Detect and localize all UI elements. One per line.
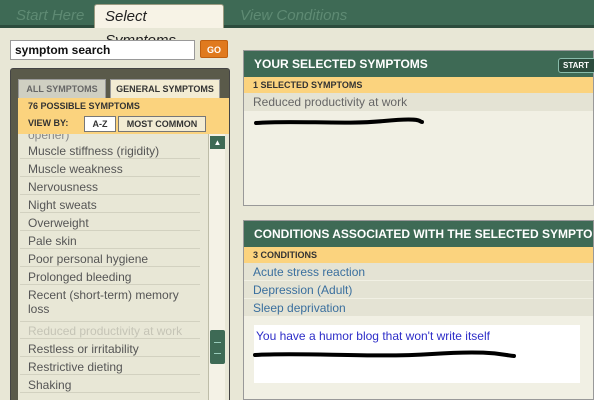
symptom-info-strip: 76 POSSIBLE SYMPTOMS VIEW BY: A-Z MOST C… [18, 98, 229, 134]
symptom-item[interactable]: Prolonged bleeding [20, 270, 200, 285]
view-by-label: VIEW BY: [28, 118, 69, 128]
selected-symptoms-panel: YOUR SELECTED SYMPTOMS START 1 SELECTED … [243, 50, 594, 206]
selected-symptoms-title: YOUR SELECTED SYMPTOMS [244, 51, 593, 77]
symptom-list: opener) Muscle stiffness (rigidity) Musc… [18, 134, 229, 400]
condition-link[interactable]: Depression (Adult) [244, 281, 593, 299]
symptom-search-input[interactable] [10, 40, 195, 60]
sort-most-common-button[interactable]: MOST COMMON [118, 116, 206, 132]
redaction-scribble [253, 350, 516, 358]
symptom-item[interactable]: Restrictive dieting [20, 360, 200, 375]
condition-note-link[interactable]: You have a humor blog that won't write i… [256, 329, 490, 343]
tab-view-conditions[interactable]: View Conditions [230, 4, 357, 28]
start-over-button[interactable]: START [558, 58, 594, 73]
possible-symptoms-count: 76 POSSIBLE SYMPTOMS [28, 101, 140, 111]
redaction-scribble [254, 117, 424, 125]
symptom-item[interactable]: Nervousness [20, 180, 200, 195]
tab-select-symptoms[interactable]: Select Symptoms [94, 4, 224, 49]
symptom-item[interactable]: Pale skin [20, 234, 200, 249]
top-tab-bar: Start Here Select Symptoms View Conditio… [0, 0, 594, 49]
symptom-list-scrollbar[interactable]: ▲ [208, 134, 225, 400]
scroll-up-arrow-icon[interactable]: ▲ [210, 136, 225, 149]
symptom-item[interactable]: Restless or irritability [20, 342, 200, 357]
selected-symptom-item[interactable]: Reduced productivity at work [244, 93, 593, 111]
tab-all-symptoms[interactable]: ALL SYMPTOMS [18, 79, 106, 98]
symptom-browser-panel: ALL SYMPTOMS GENERAL SYMPTOMS 76 POSSIBL… [10, 68, 230, 400]
condition-link[interactable]: Acute stress reaction [244, 263, 593, 281]
conditions-count: 3 CONDITIONS [244, 247, 593, 263]
symptom-item[interactable]: Muscle weakness [20, 162, 200, 177]
sort-a-z-button[interactable]: A-Z [84, 116, 116, 132]
symptom-item[interactable]: Muscle stiffness (rigidity) [20, 144, 200, 159]
symptom-item[interactable]: Poor personal hygiene [20, 252, 200, 267]
selected-symptoms-count: 1 SELECTED SYMPTOMS [244, 77, 593, 93]
tab-general-symptoms[interactable]: GENERAL SYMPTOMS [110, 79, 220, 98]
symptom-item[interactable]: Shaking [20, 378, 200, 393]
symptom-item[interactable]: Recent (short-term) memory loss [20, 288, 200, 322]
list-item-partial: opener) [28, 134, 70, 142]
go-button[interactable]: GO [200, 40, 228, 58]
tab-start-here[interactable]: Start Here [6, 4, 94, 28]
symptom-item-selected: Reduced productivity at work [20, 324, 200, 339]
scroll-thumb[interactable] [210, 330, 225, 364]
symptom-item[interactable]: Night sweats [20, 198, 200, 213]
condition-link[interactable]: Sleep deprivation [244, 299, 593, 317]
symptom-item[interactable]: Overweight [20, 216, 200, 231]
conditions-title: CONDITIONS ASSOCIATED WITH THE SELECTED … [244, 221, 593, 247]
conditions-panel: CONDITIONS ASSOCIATED WITH THE SELECTED … [243, 220, 594, 400]
